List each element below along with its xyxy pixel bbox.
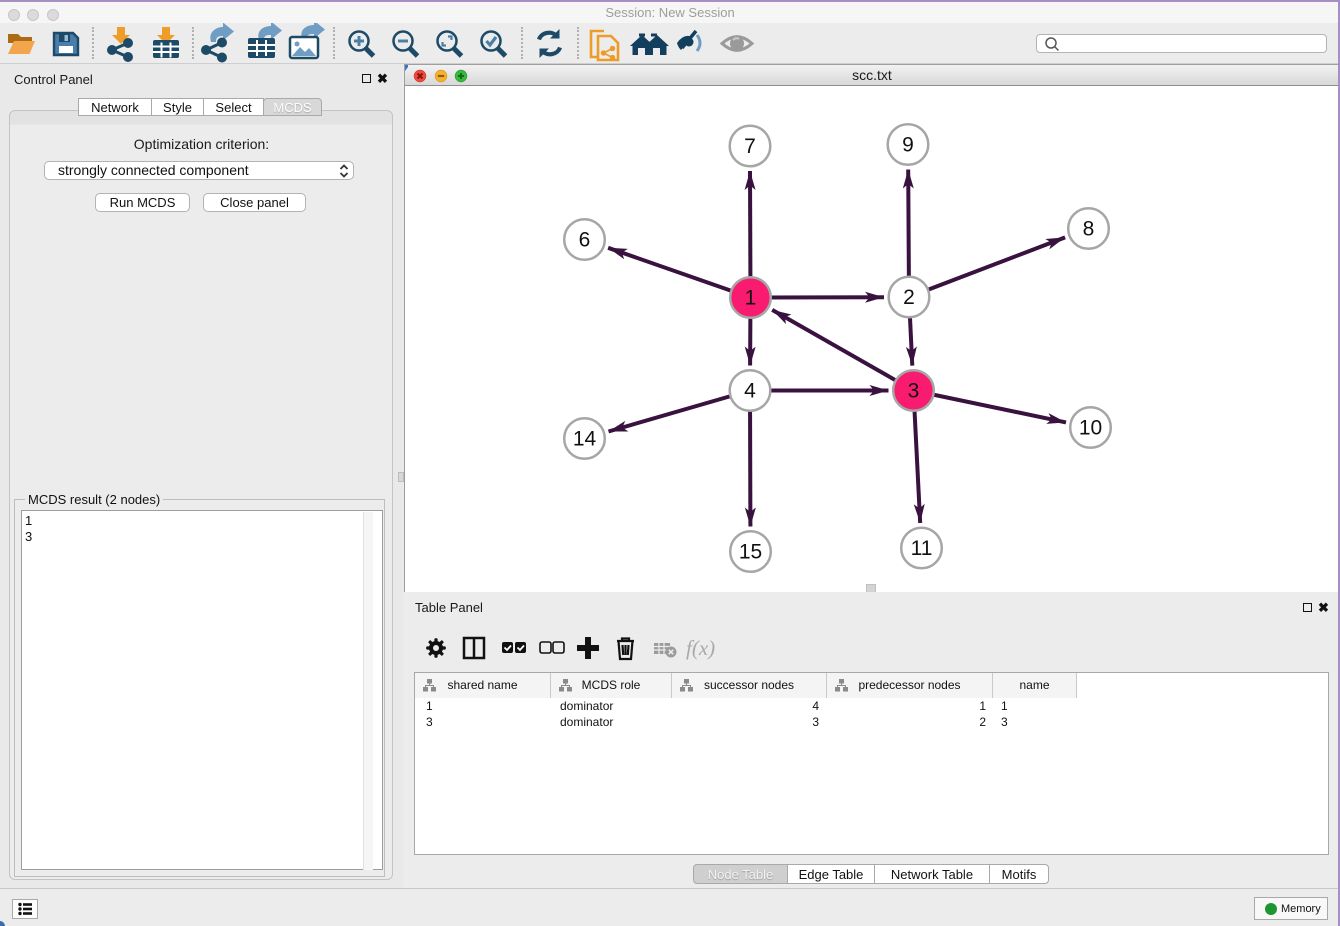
svg-text:11: 11: [911, 537, 933, 560]
svg-text:7: 7: [744, 135, 756, 158]
svg-text:3: 3: [908, 380, 920, 403]
svg-text:4: 4: [744, 380, 756, 403]
svg-text:6: 6: [579, 229, 591, 252]
svg-text:1: 1: [745, 287, 757, 310]
svg-text:15: 15: [739, 541, 762, 564]
svg-text:8: 8: [1083, 218, 1095, 241]
svg-text:2: 2: [903, 286, 915, 309]
svg-text:14: 14: [573, 428, 597, 451]
svg-text:10: 10: [1079, 417, 1102, 440]
svg-text:9: 9: [902, 134, 914, 157]
svg-text:f(x): f(x): [686, 636, 715, 660]
